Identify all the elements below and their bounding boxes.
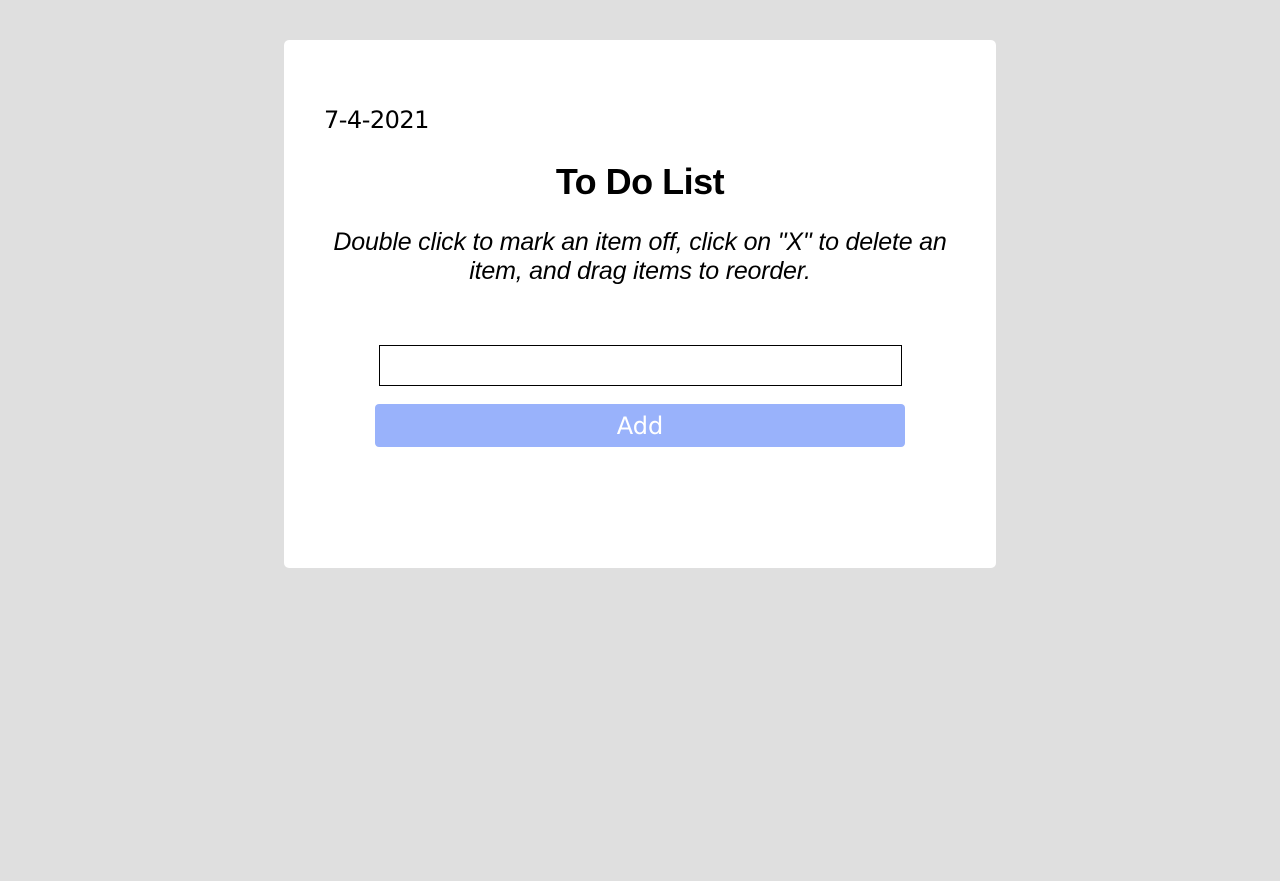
date-label: 7-4-2021 — [324, 106, 429, 134]
page-title: To Do List — [555, 161, 725, 202]
todo-input[interactable] — [379, 345, 902, 386]
instructions-text: Double click to mark an item off, click … — [333, 228, 947, 285]
todo-card: 7-4-2021 To Do List Double click to mark… — [284, 40, 996, 568]
add-button[interactable]: Add — [375, 404, 905, 447]
